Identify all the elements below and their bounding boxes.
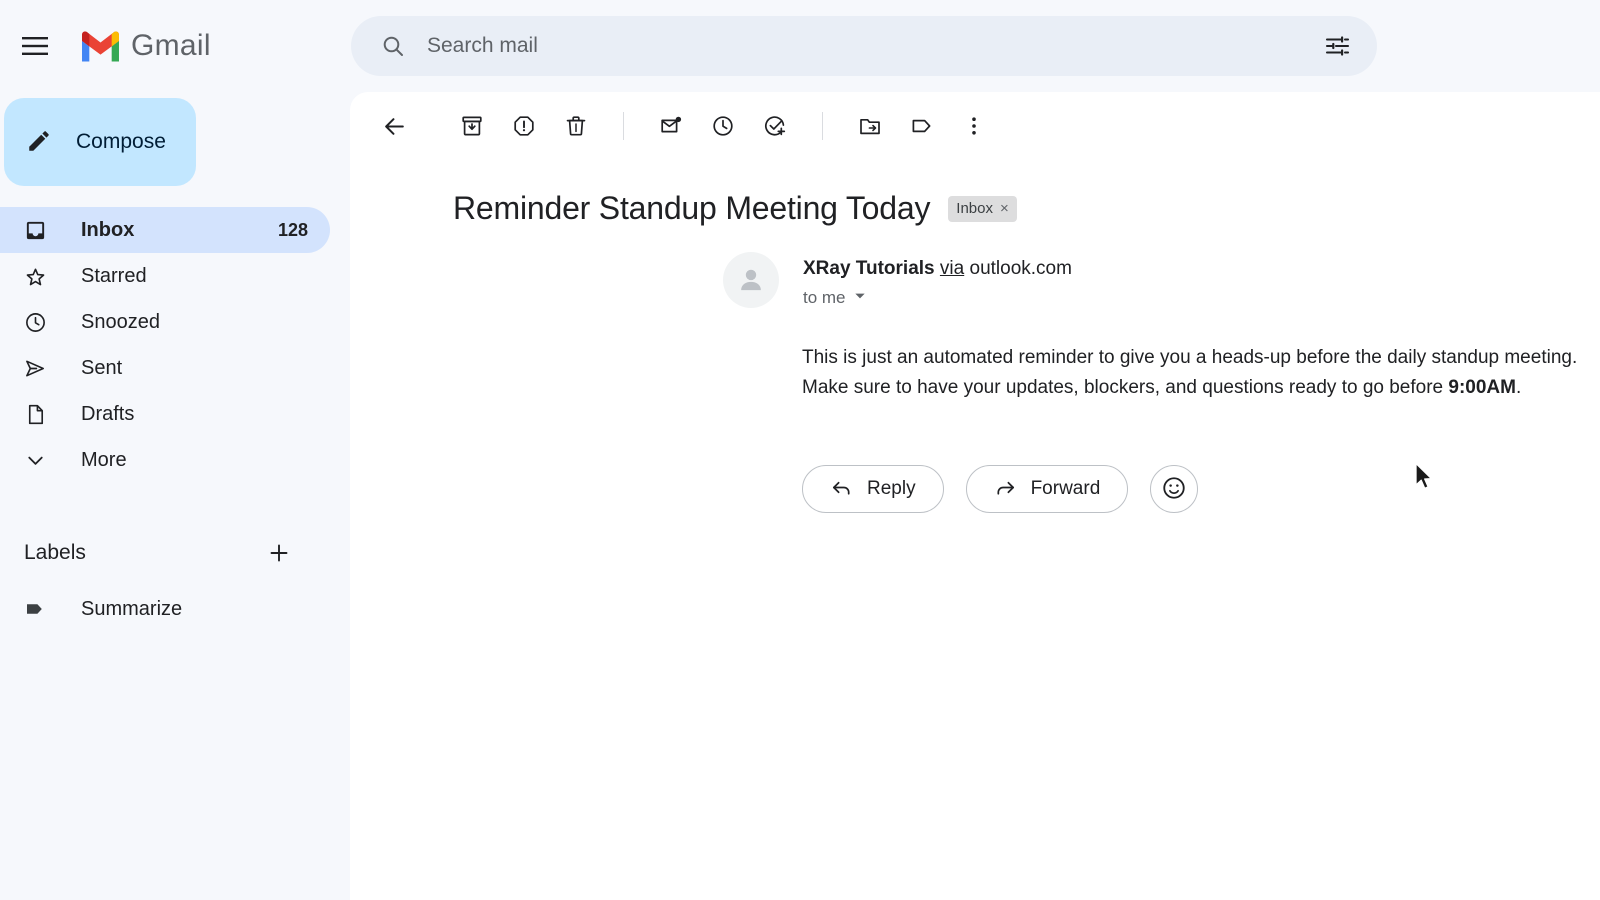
email-sender-row: XRay Tutorials via outlook.com to me: [723, 252, 1600, 308]
compose-label: Compose: [76, 130, 166, 153]
filter-options-icon[interactable]: [1315, 24, 1359, 68]
clock-icon: [713, 116, 733, 136]
pencil-icon: [26, 128, 52, 157]
body-line2-time: 9:00AM: [1448, 377, 1516, 398]
archive-icon: [462, 116, 482, 136]
sidebar-item-label: Starred: [81, 264, 147, 287]
snooze-button[interactable]: [697, 100, 749, 152]
page-title: Reminder Standup Meeting Today: [453, 190, 931, 226]
recipient-text: to me: [803, 288, 846, 307]
sidebar-item-label: Inbox: [81, 218, 135, 241]
hamburger-menu-icon[interactable]: [11, 22, 59, 70]
sidebar-item-label: Snoozed: [81, 310, 160, 333]
inbox-label-chip[interactable]: Inbox ×: [948, 195, 1017, 222]
arrow-left-icon: [384, 117, 404, 135]
forward-label: Forward: [1030, 478, 1101, 499]
sidebar-item-sent[interactable]: Sent: [0, 345, 330, 391]
sidebar-label-label: Summarize: [81, 597, 183, 620]
toolbar-divider: [822, 112, 823, 140]
email-actions: Reply Forward: [802, 465, 1600, 513]
caret-down-icon[interactable]: [853, 289, 867, 308]
label-button[interactable]: [896, 100, 948, 152]
email-body: This is just an automated reminder to gi…: [802, 343, 1600, 403]
sidebar-item-label: Sent: [81, 356, 123, 379]
search-icon[interactable]: [373, 26, 413, 66]
email-toolbar: [350, 92, 1600, 160]
trash-icon: [566, 116, 586, 136]
labels-title: Labels: [24, 541, 86, 564]
reply-arrow-icon: [830, 476, 853, 502]
inbox-icon: [24, 219, 54, 242]
sidebar-item-label: Drafts: [81, 402, 135, 425]
mark-unread-button[interactable]: [645, 100, 697, 152]
move-to-button[interactable]: [844, 100, 896, 152]
mark-unread-icon: [661, 116, 682, 133]
search-input[interactable]: [427, 26, 1315, 66]
clock-icon: [24, 311, 54, 334]
smiley-face-icon: [1161, 475, 1187, 504]
sidebar-nav: Inbox 128 Starred Snoozed Sent Drafts Mo…: [0, 207, 350, 483]
plus-icon[interactable]: [262, 536, 296, 570]
person-avatar-icon: [741, 269, 761, 291]
sidebar-item-label: More: [81, 448, 127, 471]
top-bar: Gmail: [0, 0, 1600, 92]
reply-button[interactable]: Reply: [802, 465, 944, 513]
more-options-button[interactable]: [948, 100, 1000, 152]
more-vertical-icon: [972, 117, 976, 135]
send-icon: [24, 357, 54, 380]
avatar[interactable]: [723, 252, 779, 308]
sender-details: XRay Tutorials via outlook.com to me: [803, 252, 1072, 308]
add-to-tasks-button[interactable]: [749, 100, 801, 152]
recipient-row[interactable]: to me: [803, 288, 1072, 308]
email-body-line-2: Make sure to have your updates, blockers…: [802, 373, 1600, 403]
email-body-line-1: This is just an automated reminder to gi…: [802, 347, 1578, 368]
search-bar[interactable]: [351, 16, 1377, 76]
archive-button[interactable]: [446, 100, 498, 152]
folder-move-icon: [860, 118, 880, 135]
star-icon: [24, 265, 54, 288]
reply-label: Reply: [867, 478, 916, 499]
sidebar-item-drafts[interactable]: Drafts: [0, 391, 330, 437]
gmail-logo-icon: [82, 31, 119, 62]
sender-line: XRay Tutorials via outlook.com: [803, 258, 1072, 280]
document-icon: [24, 403, 54, 426]
sender-via-text: via: [939, 258, 965, 279]
gmail-brand[interactable]: Gmail: [79, 29, 211, 63]
delete-button[interactable]: [550, 100, 602, 152]
sidebar-label-summarize[interactable]: Summarize: [0, 586, 330, 632]
compose-button[interactable]: Compose: [4, 98, 196, 186]
body-line2-post: .: [1515, 377, 1522, 398]
label-tag-icon: [912, 119, 931, 133]
sender-domain: outlook.com: [969, 258, 1072, 279]
close-icon[interactable]: ×: [1000, 201, 1009, 216]
inbox-chip-label: Inbox: [956, 200, 993, 217]
chevron-down-icon: [24, 449, 54, 472]
forward-arrow-icon: [994, 476, 1017, 502]
back-button[interactable]: [368, 100, 420, 152]
toolbar-divider: [623, 112, 624, 140]
label-tag-icon: [24, 597, 54, 621]
body-line2-pre: Make sure to have your updates, blockers…: [802, 377, 1449, 398]
sidebar-item-snoozed[interactable]: Snoozed: [0, 299, 330, 345]
labels-section-header: Labels: [0, 531, 330, 575]
sidebar-item-inbox[interactable]: Inbox 128: [0, 207, 330, 253]
emoji-react-button[interactable]: [1150, 465, 1199, 513]
sidebar: Compose Inbox 128 Starred Snoozed Sent D…: [0, 92, 350, 900]
report-spam-icon: [514, 116, 534, 136]
sender-name: XRay Tutorials: [803, 258, 935, 279]
report-spam-button[interactable]: [498, 100, 550, 152]
email-reading-pane: Reminder Standup Meeting Today Inbox × X…: [350, 92, 1600, 900]
sidebar-item-starred[interactable]: Starred: [0, 253, 330, 299]
email-subject-row: Reminder Standup Meeting Today Inbox ×: [453, 190, 1600, 227]
forward-button[interactable]: Forward: [965, 465, 1129, 513]
sidebar-item-more[interactable]: More: [0, 437, 330, 483]
brand-name: Gmail: [131, 29, 211, 62]
task-add-icon: [765, 116, 786, 136]
inbox-unread-count: 128: [277, 219, 308, 240]
